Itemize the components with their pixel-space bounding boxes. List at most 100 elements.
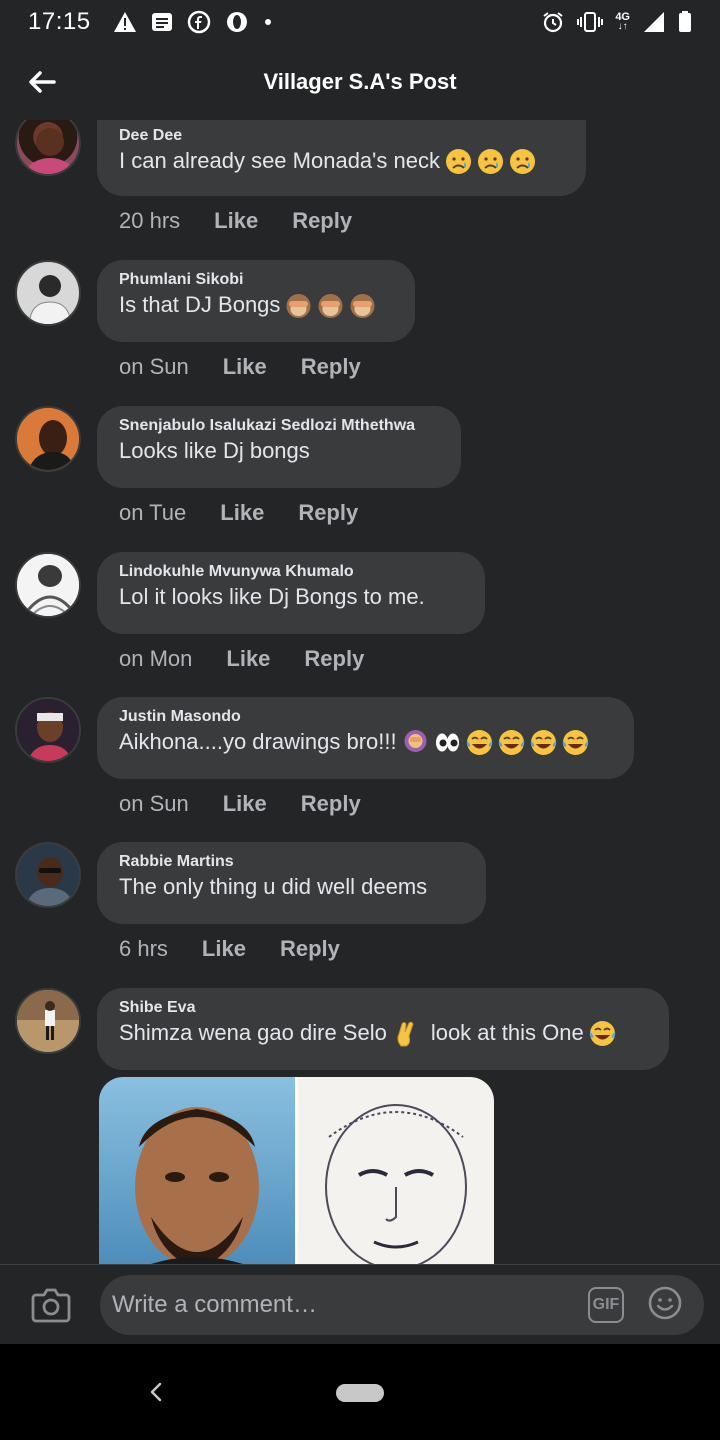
like-button[interactable]: Like — [223, 791, 267, 817]
tears-of-joy-emoji — [530, 729, 557, 756]
see-no-evil-monkey-emoji — [349, 292, 376, 319]
avatar[interactable] — [15, 988, 81, 1054]
camera-icon — [31, 1288, 71, 1323]
comment-bubble[interactable]: Dee Dee I can already see Monada's neck — [97, 120, 586, 196]
smiley-icon — [648, 1286, 682, 1320]
see-no-evil-monkey-emoji — [285, 292, 312, 319]
comment-time[interactable]: on Sun — [119, 354, 189, 380]
reply-button[interactable]: Reply — [301, 354, 361, 380]
comment-text: I can already see Monada's neck — [119, 146, 564, 176]
comment-text-content: Aikhona....yo drawings bro!!! — [119, 729, 397, 754]
comment-author[interactable]: Shibe Eva — [119, 998, 647, 1018]
comment-text: Shimza wena gao dire Selo look at this O… — [119, 1018, 647, 1048]
photo-image — [99, 1077, 494, 1264]
like-button[interactable]: Like — [214, 208, 258, 234]
comment-text-content-end: look at this One — [430, 1020, 584, 1045]
avatar[interactable] — [15, 697, 81, 763]
back-button[interactable] — [24, 64, 60, 100]
comment-meta: on Tue Like Reply — [119, 500, 358, 526]
comment-text: Lol it looks like Dj Bongs to me. — [119, 584, 425, 609]
tears-of-joy-emoji — [498, 729, 525, 756]
sad-tear-emoji — [445, 148, 472, 175]
comment-text: Is that DJ Bongs — [119, 290, 393, 320]
reply-button[interactable]: Reply — [301, 791, 361, 817]
battery-icon — [678, 11, 692, 33]
like-button[interactable]: Like — [220, 500, 264, 526]
gif-button[interactable]: GIF — [588, 1287, 624, 1323]
arrow-left-icon — [29, 71, 56, 93]
comment-bubble[interactable]: Justin Masondo Aikhona....yo drawings br… — [97, 697, 634, 779]
comment-time[interactable]: on Sun — [119, 791, 189, 817]
reply-button[interactable]: Reply — [292, 208, 352, 234]
reply-button[interactable]: Reply — [304, 646, 364, 672]
message-icon — [151, 11, 173, 33]
comment-author[interactable]: Snenjabulo Isalukazi Sedlozi Mthethwa — [119, 416, 439, 436]
eyes-emoji — [434, 729, 461, 756]
status-time: 17:15 — [28, 8, 91, 35]
facebook-icon — [187, 10, 211, 34]
nav-back-icon — [150, 1382, 162, 1402]
navigation-bar — [0, 1344, 720, 1440]
comment-bubble[interactable]: Phumlani Sikobi Is that DJ Bongs — [97, 260, 415, 342]
network-4g-icon: 4G ↓↑ — [615, 11, 630, 32]
comment-bubble[interactable]: Rabbie Martins The only thing u did well… — [97, 842, 486, 924]
comment-bubble[interactable]: Shibe Eva Shimza wena gao dire Selo look… — [97, 988, 669, 1070]
woman-facepalm-emoji — [402, 729, 429, 756]
avatar[interactable] — [15, 406, 81, 472]
comment-author[interactable]: Rabbie Martins — [119, 852, 464, 872]
warning-icon — [113, 11, 137, 33]
vibrate-icon — [577, 11, 604, 33]
avatar[interactable] — [15, 120, 81, 176]
crossed-fingers-emoji — [392, 1020, 419, 1047]
dot-icon — [263, 17, 273, 27]
avatar[interactable] — [15, 842, 81, 908]
comment-bubble[interactable]: Snenjabulo Isalukazi Sedlozi Mthethwa Lo… — [97, 406, 461, 488]
comment-meta: 6 hrs Like Reply — [119, 936, 340, 962]
comment-text-content: I can already see Monada's neck — [119, 148, 440, 173]
page-title: Villager S.A's Post — [263, 69, 457, 94]
status-left-icons — [113, 10, 273, 34]
comment-composer: GIF — [0, 1264, 720, 1344]
tears-of-joy-emoji — [562, 729, 589, 756]
emoji-button[interactable] — [647, 1285, 683, 1321]
nav-back-button[interactable] — [146, 1380, 166, 1404]
like-button[interactable]: Like — [202, 936, 246, 962]
comment-text: The only thing u did well deems — [119, 874, 428, 899]
comment-text: Aikhona....yo drawings bro!!! — [119, 727, 612, 757]
comment-time[interactable]: on Mon — [119, 646, 192, 672]
comment-text-content: Shimza wena gao dire Selo — [119, 1020, 387, 1045]
comment-author[interactable]: Dee Dee — [119, 126, 564, 146]
comment-time[interactable]: on Tue — [119, 500, 186, 526]
avatar[interactable] — [15, 552, 81, 618]
tears-of-joy-emoji — [589, 1020, 616, 1047]
comment-meta: on Sun Like Reply — [119, 791, 361, 817]
comment-meta: on Mon Like Reply — [119, 646, 364, 672]
comment-text: Looks like Dj bongs — [119, 438, 310, 463]
like-button[interactable]: Like — [226, 646, 270, 672]
comment-author[interactable]: Lindokuhle Mvunywa Khumalo — [119, 562, 463, 582]
app-header: Villager S.A's Post — [0, 44, 720, 120]
comment-text-content: Is that DJ Bongs — [119, 292, 281, 317]
signal-icon — [642, 11, 666, 33]
comment-author[interactable]: Phumlani Sikobi — [119, 270, 393, 290]
camera-button[interactable] — [30, 1285, 72, 1325]
comment-meta: 20 hrs Like Reply — [119, 208, 352, 234]
reply-button[interactable]: Reply — [298, 500, 358, 526]
comment-author[interactable]: Justin Masondo — [119, 707, 612, 727]
home-pill-icon[interactable] — [336, 1384, 384, 1402]
comments-list[interactable]: Dee Dee I can already see Monada's neck … — [0, 120, 720, 1264]
opera-icon — [225, 10, 249, 34]
sad-tear-emoji — [509, 148, 536, 175]
comment-time[interactable]: 20 hrs — [119, 208, 180, 234]
status-right-icons: 4G ↓↑ — [541, 10, 692, 34]
alarm-icon — [541, 10, 565, 34]
avatar[interactable] — [15, 260, 81, 326]
comment-photo[interactable] — [99, 1077, 494, 1264]
comment-bubble[interactable]: Lindokuhle Mvunywa Khumalo Lol it looks … — [97, 552, 485, 634]
status-bar: 17:15 4G ↓↑ — [0, 0, 720, 44]
reply-button[interactable]: Reply — [280, 936, 340, 962]
comment-time[interactable]: 6 hrs — [119, 936, 168, 962]
see-no-evil-monkey-emoji — [317, 292, 344, 319]
tears-of-joy-emoji — [466, 729, 493, 756]
like-button[interactable]: Like — [223, 354, 267, 380]
